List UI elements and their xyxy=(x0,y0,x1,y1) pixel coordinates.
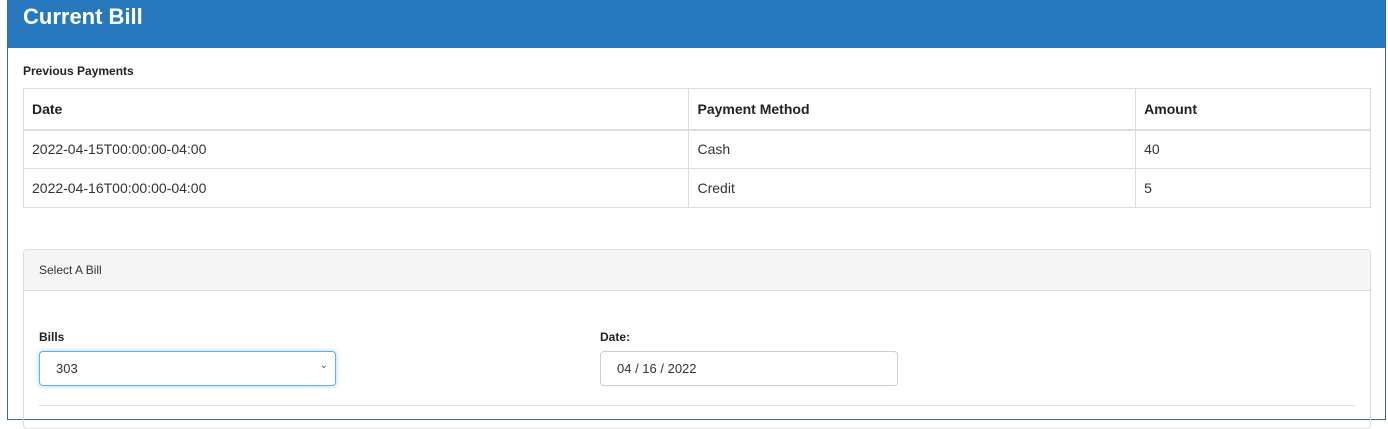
bills-label: Bills xyxy=(39,330,65,344)
previous-payments-label: Previous Payments xyxy=(23,64,134,78)
table-row: 2022-04-16T00:00:00-04:00 Credit 5 xyxy=(22,168,1371,208)
select-bill-panel: Select A Bill Bills 303 ⌄ Date: 04 / 16 … xyxy=(23,249,1371,429)
column-header-date: Date xyxy=(22,88,690,131)
chevron-down-icon: ⌄ xyxy=(319,360,328,371)
cell-date: 2022-04-16T00:00:00-04:00 xyxy=(22,168,690,208)
bills-select-value: 303 xyxy=(56,361,78,376)
previous-payments-table: Date Payment Method Amount 2022-04-15T00… xyxy=(22,88,1371,208)
date-input[interactable]: 04 / 16 / 2022 xyxy=(600,351,898,386)
table-header-row: Date Payment Method Amount xyxy=(22,88,1371,131)
column-header-payment-method: Payment Method xyxy=(688,88,1137,131)
current-bill-panel: Current Bill Previous Payments Date Paym… xyxy=(7,0,1386,429)
date-input-value: 04 / 16 / 2022 xyxy=(617,361,697,376)
date-label: Date: xyxy=(600,330,631,344)
column-header-amount: Amount xyxy=(1135,88,1371,131)
page-title: Current Bill xyxy=(23,4,143,29)
table-row: 2022-04-15T00:00:00-04:00 Cash 40 xyxy=(22,129,1371,169)
cell-amount: 5 xyxy=(1135,168,1371,208)
cell-payment-method: Credit xyxy=(688,168,1137,208)
cell-payment-method: Cash xyxy=(688,129,1137,169)
panel-heading: Current Bill xyxy=(8,0,1385,48)
select-bill-heading: Select A Bill xyxy=(24,250,1370,291)
cell-amount: 40 xyxy=(1135,129,1371,169)
bills-select[interactable]: 303 ⌄ xyxy=(39,351,336,386)
cell-date: 2022-04-15T00:00:00-04:00 xyxy=(22,129,690,169)
